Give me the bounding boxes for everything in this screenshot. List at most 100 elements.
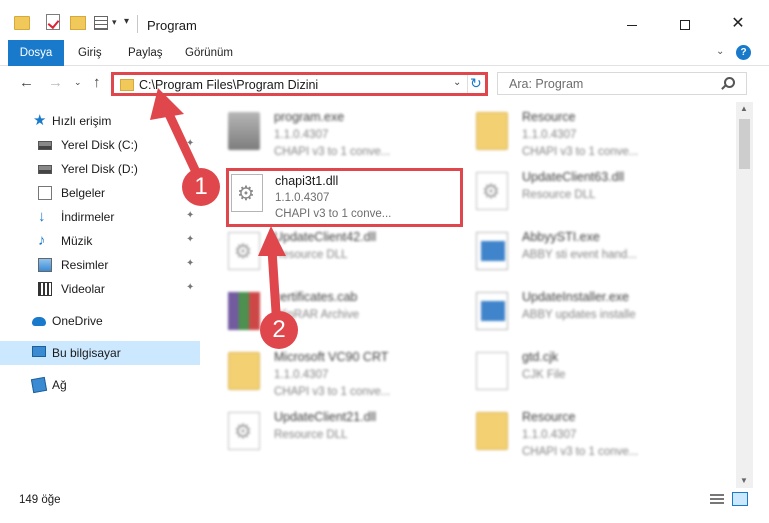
sidebar-item-disk-c[interactable]: Yerel Disk (C:) ✦ bbox=[0, 133, 200, 157]
sidebar-item-disk-d[interactable]: Yerel Disk (D:) bbox=[0, 157, 200, 181]
divider bbox=[137, 15, 138, 33]
app-icon bbox=[476, 292, 508, 330]
folder-icon[interactable] bbox=[14, 16, 30, 30]
sidebar-item-label: Müzik bbox=[61, 234, 93, 248]
sidebar-item-videos[interactable]: Videolar ✦ bbox=[0, 277, 200, 301]
star-icon: ★ bbox=[33, 112, 47, 129]
videos-icon bbox=[38, 282, 52, 296]
file-item[interactable]: certificates.cab WinRAR Archive bbox=[206, 282, 446, 342]
file-item[interactable]: Resource 1.1.0.4307 CHAPI v3 to 1 conve.… bbox=[454, 402, 694, 462]
sidebar-item-label: Hızlı erişim bbox=[52, 114, 112, 128]
file-item[interactable]: UpdateClient21.dll Resource DLL bbox=[206, 402, 446, 462]
recent-locations-button[interactable]: ⌄ bbox=[74, 77, 82, 88]
tab-file[interactable]: Dosya bbox=[8, 40, 64, 66]
file-item[interactable]: UpdateClient63.dll Resource DLL bbox=[454, 162, 694, 222]
sidebar-item-onedrive[interactable]: OneDrive bbox=[0, 309, 200, 333]
file-version: 1.1.0.4307 bbox=[522, 129, 577, 141]
new-folder-icon[interactable] bbox=[70, 16, 86, 30]
sidebar-item-quick-access[interactable]: ★ Hızlı erişim bbox=[0, 109, 200, 133]
tab-home[interactable]: Giriş bbox=[78, 40, 102, 66]
tab-share[interactable]: Paylaş bbox=[128, 40, 163, 66]
window-title: Program bbox=[147, 18, 197, 33]
item-count: 149 öğe bbox=[19, 494, 61, 506]
file-version: Resource DLL bbox=[522, 189, 596, 201]
music-icon: ♪ bbox=[38, 232, 46, 249]
view-options-icon[interactable] bbox=[94, 16, 108, 30]
tab-view[interactable]: Görünüm bbox=[185, 40, 233, 66]
up-button[interactable]: ↑ bbox=[93, 74, 101, 91]
search-input[interactable]: Ara: Program bbox=[497, 72, 747, 95]
file-item[interactable]: program.exe 1.1.0.4307 CHAPI v3 to 1 con… bbox=[206, 102, 446, 162]
file-item[interactable]: gtd.cjk CJK File bbox=[454, 342, 694, 402]
file-name: UpdateClient21.dll bbox=[274, 410, 377, 424]
details-view-icon[interactable] bbox=[710, 494, 724, 505]
file-item[interactable]: Resource 1.1.0.4307 CHAPI v3 to 1 conve.… bbox=[454, 102, 694, 162]
sidebar-item-label: OneDrive bbox=[52, 314, 103, 328]
computer-icon bbox=[32, 346, 46, 357]
file-name: UpdateInstaller.exe bbox=[522, 290, 630, 304]
file-name: program.exe bbox=[274, 110, 345, 124]
search-icon[interactable] bbox=[724, 77, 735, 88]
minimize-button[interactable] bbox=[620, 12, 644, 36]
address-bar[interactable]: C:\Program Files\Program Dizini ⌄ ↻ bbox=[111, 72, 488, 96]
file-item[interactable]: UpdateInstaller.exe ABBY updates install… bbox=[454, 282, 694, 342]
file-version: ABBY sti event hand... bbox=[522, 249, 637, 261]
sidebar-item-documents[interactable]: Belgeler bbox=[0, 181, 200, 205]
sidebar-item-downloads[interactable]: ↓ İndirmeler ✦ bbox=[0, 205, 200, 229]
file-name: UpdateClient63.dll bbox=[522, 170, 625, 184]
forward-button[interactable]: → bbox=[48, 74, 63, 91]
file-item[interactable]: UpdateClient42.dll Resource DLL bbox=[206, 222, 446, 282]
pin-icon: ✦ bbox=[186, 282, 195, 293]
help-icon[interactable]: ? bbox=[736, 45, 751, 60]
dll-icon: ⚙ bbox=[231, 174, 263, 212]
search-placeholder: Ara: Program bbox=[509, 77, 584, 91]
step-2-badge: 2 bbox=[260, 311, 298, 349]
file-version: 1.1.0.4307 bbox=[274, 369, 329, 381]
sidebar-item-label: Bu bilgisayar bbox=[52, 346, 121, 360]
sidebar-item-label: Yerel Disk (D:) bbox=[61, 162, 138, 176]
sidebar-item-label: Yerel Disk (C:) bbox=[61, 138, 138, 152]
app-icon bbox=[476, 232, 508, 270]
downloads-icon: ↓ bbox=[38, 208, 46, 225]
sidebar-item-this-pc[interactable]: Bu bilgisayar bbox=[0, 341, 200, 365]
customize-toolbar-icon[interactable]: ▾ bbox=[124, 16, 129, 34]
divider bbox=[467, 75, 468, 93]
maximize-button[interactable] bbox=[673, 12, 697, 36]
pin-icon: ✦ bbox=[186, 234, 195, 245]
chevron-down-icon[interactable]: ▾ bbox=[112, 17, 117, 35]
vertical-scrollbar[interactable]: ▲ ▼ bbox=[736, 102, 753, 488]
file-version: CJK File bbox=[522, 369, 566, 381]
expand-ribbon-icon[interactable]: ⌄ bbox=[716, 46, 724, 57]
file-name: Resource bbox=[522, 410, 576, 424]
scroll-thumb[interactable] bbox=[739, 119, 750, 169]
status-bar: 149 öğe bbox=[0, 488, 769, 523]
folder-icon bbox=[228, 352, 260, 390]
network-icon bbox=[30, 376, 48, 394]
tiles-view-icon[interactable] bbox=[732, 492, 748, 506]
file-version: Resource DLL bbox=[274, 429, 348, 441]
scroll-up-icon[interactable]: ▲ bbox=[740, 104, 748, 113]
file-description: CHAPI v3 to 1 conve... bbox=[274, 386, 391, 398]
file-item[interactable]: AbbyySTI.exe ABBY sti event hand... bbox=[454, 222, 694, 282]
file-name: AbbyySTI.exe bbox=[522, 230, 600, 244]
address-dropdown-icon[interactable]: ⌄ bbox=[453, 77, 461, 88]
back-button[interactable]: ← bbox=[19, 74, 34, 91]
refresh-icon[interactable]: ↻ bbox=[470, 75, 482, 92]
drive-icon bbox=[38, 141, 52, 150]
folder-icon bbox=[120, 79, 134, 91]
file-version: ABBY updates installe bbox=[522, 309, 636, 321]
address-path[interactable]: C:\Program Files\Program Dizini bbox=[139, 78, 318, 92]
drive-icon bbox=[38, 165, 52, 174]
file-name: Resource bbox=[522, 110, 576, 124]
sidebar-item-music[interactable]: ♪ Müzik ✦ bbox=[0, 229, 200, 253]
folder-icon bbox=[476, 412, 508, 450]
highlighted-file-item[interactable]: ⚙ chapi3t1.dll 1.1.0.4307 CHAPI v3 to 1 … bbox=[226, 168, 463, 227]
sidebar-item-pictures[interactable]: Resimler ✦ bbox=[0, 253, 200, 277]
sidebar-item-network[interactable]: Ağ bbox=[0, 373, 200, 397]
file-list: program.exe 1.1.0.4307 CHAPI v3 to 1 con… bbox=[206, 102, 736, 488]
file-item[interactable]: Microsoft VC90 CRT 1.1.0.4307 CHAPI v3 t… bbox=[206, 342, 446, 402]
sidebar-item-label: Ağ bbox=[52, 378, 67, 392]
properties-check-icon[interactable] bbox=[46, 14, 60, 30]
scroll-down-icon[interactable]: ▼ bbox=[740, 476, 748, 485]
close-button[interactable]: ✕ bbox=[726, 12, 750, 36]
